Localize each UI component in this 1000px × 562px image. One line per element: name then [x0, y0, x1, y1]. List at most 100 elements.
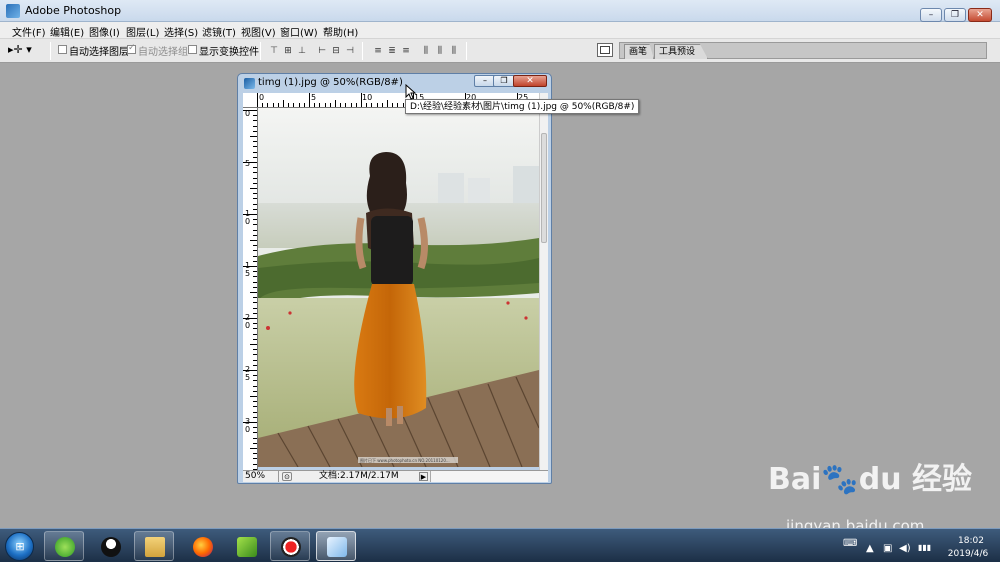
title-bar[interactable]: Adobe Photoshop – ❐ ✕ [0, 0, 1000, 22]
close-button[interactable]: ✕ [968, 8, 992, 22]
align-top-icon[interactable]: ⊤ [268, 45, 280, 57]
file-browser-icon[interactable] [597, 43, 613, 57]
auto-select-group-label: 自动选择组 [138, 47, 188, 58]
menu-help[interactable]: 帮助(H) [323, 24, 358, 39]
photoshop-feather-icon [327, 537, 347, 557]
keyboard-icon[interactable]: ⌨ [843, 538, 857, 549]
ruler-label: 2 0 [245, 314, 251, 330]
taskbar-qq[interactable] [90, 531, 130, 561]
ruler-tick [253, 437, 257, 439]
menu-filter[interactable]: 滤镜(T) [202, 24, 236, 39]
volume-icon[interactable]: ◀) [899, 543, 911, 554]
document-window[interactable]: timg (1).jpg @ 50%(RGB/8#) – ❐ ✕ 0 5 10 … [237, 73, 552, 484]
usb-device-icon[interactable]: ▣ [883, 543, 892, 554]
zoom-field[interactable]: 50% [243, 471, 279, 482]
ruler-tick [366, 103, 368, 107]
photoshop-app-icon [6, 4, 20, 18]
distribute-bottom-icon[interactable]: ≡ [400, 45, 412, 57]
ruler-tick [253, 130, 257, 132]
ruler-tick [253, 385, 257, 387]
ruler-tick [243, 214, 257, 215]
ruler-label: 1 5 [245, 262, 251, 278]
distribute-right-icon[interactable]: ⫼ [448, 45, 460, 57]
ruler-tick [243, 162, 257, 163]
menu-image[interactable]: 图像(I) [89, 24, 120, 39]
ruler-tick [243, 266, 257, 267]
clock-date[interactable]: 2019/4/6 [943, 549, 993, 559]
taskbar-firefox[interactable] [182, 531, 222, 561]
ruler-tick [250, 396, 257, 397]
show-hidden-icons-icon[interactable]: ▲ [866, 543, 874, 554]
tab-brushes[interactable]: 画笔 [624, 44, 655, 59]
ruler-tick [253, 193, 257, 195]
status-menu-arrow[interactable]: ▶ [419, 472, 428, 481]
menu-layer[interactable]: 图层(L) [126, 24, 159, 39]
align-bottom-icon[interactable]: ⊥ [296, 45, 308, 57]
document-icon [244, 78, 255, 89]
taskbar-video-player[interactable] [226, 531, 266, 561]
menu-window[interactable]: 窗口(W) [280, 24, 318, 39]
ruler-tick [253, 302, 257, 304]
menu-view[interactable]: 视图(V) [241, 24, 276, 39]
ruler-tick [253, 286, 257, 288]
ruler-tick [253, 354, 257, 356]
align-right-icon[interactable]: ⊣ [344, 45, 356, 57]
move-tool-preset-icon[interactable]: ▸✛ ▾ [8, 43, 32, 56]
document-title[interactable]: timg (1).jpg @ 50%(RGB/8#) [258, 77, 403, 88]
ruler-tick [250, 136, 257, 137]
ruler-tick [402, 103, 404, 107]
ruler-tick [253, 323, 257, 325]
menu-select[interactable]: 选择(S) [164, 24, 198, 39]
align-hcenter-icon[interactable]: ⊟ [330, 45, 342, 57]
start-button[interactable]: ⊞ [5, 532, 34, 561]
ruler-tick [253, 442, 257, 444]
network-signal-icon[interactable]: ▮▮▮ [918, 543, 931, 552]
image-canvas[interactable]: 图片已下 www.photophoto.cn NO.20110120... [258, 108, 539, 467]
taskbar-screen-recorder[interactable] [270, 531, 310, 561]
taskbar-360-browser[interactable] [44, 531, 84, 561]
distribute-top-icon[interactable]: ≡ [372, 45, 384, 57]
taskbar-photoshop[interactable] [316, 531, 356, 561]
ruler-tick [253, 234, 257, 236]
ruler-tick [250, 292, 257, 293]
ruler-tick [253, 411, 257, 413]
menu-edit[interactable]: 编辑(E) [50, 24, 84, 39]
clock-time[interactable]: 18:02 [951, 536, 991, 546]
ruler-tick [253, 312, 257, 314]
ruler-tick [371, 103, 373, 107]
ruler-vertical[interactable]: 0 5 1 0 1 5 2 0 2 5 3 0 [243, 108, 258, 470]
ruler-tick [253, 182, 257, 184]
auto-select-layer-label: 自动选择图层 [69, 47, 129, 58]
doc-close-button[interactable]: ✕ [513, 75, 547, 87]
file-path-tooltip: D:\经验\经验素材\图片\timg (1).jpg @ 50%(RGB/8#) [405, 99, 640, 114]
tab-tool-presets[interactable]: 工具预设 [654, 44, 708, 59]
align-vcenter-icon[interactable]: ⊞ [282, 45, 294, 57]
ruler-tick [392, 103, 394, 107]
distribute-vcenter-icon[interactable]: ≣ [386, 45, 398, 57]
doc-maximize-button[interactable]: ❐ [493, 75, 515, 87]
auto-select-group-checkbox[interactable] [127, 43, 136, 54]
ruler-tick [267, 103, 269, 107]
ruler-tick [253, 198, 257, 200]
vertical-scrollbar[interactable] [539, 93, 548, 470]
ruler-tick [243, 318, 257, 319]
auto-select-layer-checkbox[interactable] [58, 45, 67, 54]
distribute-hcenter-icon[interactable]: ⫼ [434, 45, 446, 57]
status-info-icon[interactable]: ⊙ [282, 472, 292, 481]
align-left-icon[interactable]: ⊢ [316, 45, 328, 57]
ruler-tick [361, 93, 362, 107]
taskbar-explorer[interactable] [134, 531, 174, 561]
show-transform-checkbox[interactable] [188, 45, 197, 54]
ruler-tick [253, 359, 257, 361]
minimize-button[interactable]: – [920, 8, 942, 22]
ruler-tick [253, 463, 257, 465]
show-transform-label: 显示变换控件 [199, 47, 259, 58]
menu-file[interactable]: 文件(F) [12, 24, 46, 39]
windows-flag-icon: ⊞ [15, 540, 25, 553]
distribute-left-icon[interactable]: ⫼ [420, 45, 432, 57]
ruler-tick [293, 103, 295, 107]
vertical-scroll-thumb[interactable] [541, 133, 547, 243]
restore-button[interactable]: ❐ [944, 8, 966, 22]
horizontal-scrollbar[interactable] [430, 471, 548, 482]
ruler-tick [257, 93, 258, 107]
